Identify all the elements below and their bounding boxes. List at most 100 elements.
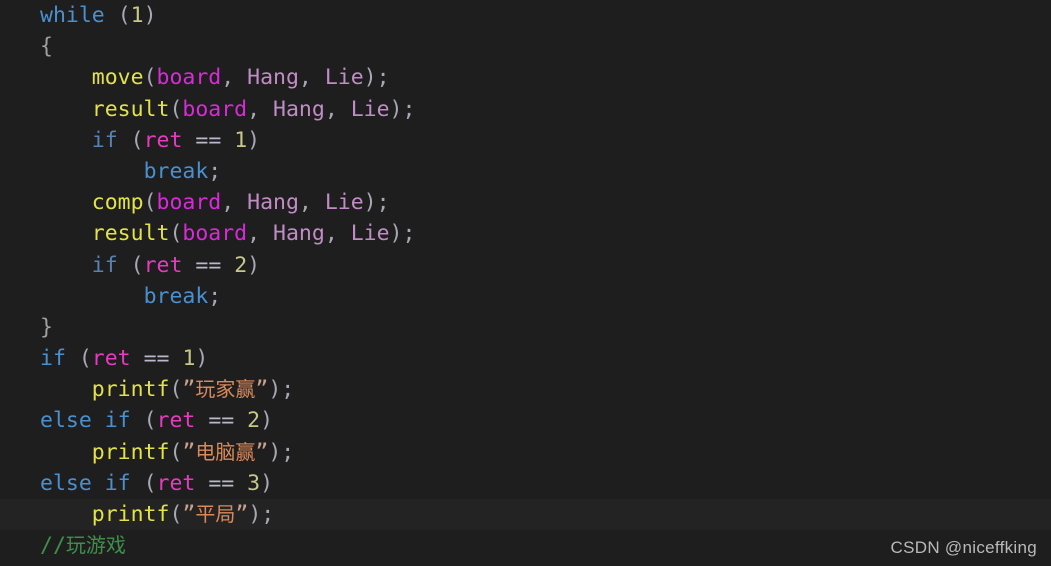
code-token-number: 3 [247,470,261,496]
code-token-operator: == [143,346,170,372]
code-token-number: 2 [247,408,261,434]
code-token-identifier: ret [91,346,131,372]
code-token-variable: board [182,221,248,247]
code-token-punct: ) [260,408,274,434]
code-line[interactable]: move(board, Hang, Lie); [0,62,1051,93]
code-token-quote: ” [255,439,269,465]
code-token-number: 1 [234,127,248,153]
code-token-function: printf [91,439,170,465]
code-line[interactable]: else if (ret == 3) [0,468,1051,499]
code-token-keyword-dim: if [91,127,118,153]
code-token-punct: ) [389,96,403,122]
code-token-punct: , [324,96,351,122]
code-editor-surface[interactable]: while (1){ move(board, Hang, Lie); resul… [0,0,1051,566]
code-token-punct: ; [376,65,390,91]
csdn-watermark: CSDN @niceffking [890,538,1037,557]
code-line[interactable]: { [0,31,1051,62]
code-token-function: result [91,221,170,247]
code-token-punct: ; [208,158,222,184]
code-token-quote: ” [255,377,269,403]
code-token-punct: ( [143,190,157,216]
code-token-punct: ) [389,221,403,247]
code-token-punct: ; [402,96,416,122]
code-token-punct: ) [260,470,274,496]
code-line[interactable]: break; [0,281,1051,312]
code-token-punct: , [221,65,248,91]
code-token-punct: ( [130,252,144,278]
code-token-function: printf [91,377,170,403]
code-line[interactable]: if (ret == 1) [0,125,1051,156]
code-token-punct: ( [169,502,183,527]
code-token-keyword: break [143,283,209,309]
code-token-quote: ” [235,502,249,527]
code-token-punct: ; [261,502,275,527]
code-token-punct: ( [143,408,157,434]
code-token-punct: ; [208,283,222,309]
code-token-keyword: if [104,408,131,434]
code-token-function: result [91,96,170,122]
code-token-string-cjk: 玩家赢 [195,377,256,402]
code-token-punct: ) [268,439,282,465]
code-token-punct: , [247,221,274,247]
code-token-number: 1 [130,3,144,28]
code-token-number: 1 [182,346,196,372]
code-line[interactable]: if (ret == 1) [0,343,1051,374]
code-token-quote: ” [182,439,196,465]
code-token-string-cjk: 平局 [195,502,236,526]
code-line[interactable]: } [0,312,1051,343]
code-token-keyword: else [40,470,92,496]
code-token-comment-cjk: 玩游戏 [65,533,126,558]
code-token-function: move [91,65,144,91]
code-line[interactable]: comp(board, Hang, Lie); [0,187,1051,218]
code-token-punct: ) [268,377,282,403]
code-token-punct: ( [169,439,183,465]
code-token-punct: ) [247,252,261,278]
code-line[interactable]: printf(”电脑赢”); [0,437,1051,468]
code-token-punct: ( [143,65,157,91]
code-token-param: Hang [273,221,325,247]
code-token-string-cjk: 电脑赢 [195,439,256,464]
code-line[interactable]: else if (ret == 2) [0,405,1051,436]
code-token-quote: ” [182,377,196,403]
code-line[interactable]: result(board, Hang, Lie); [0,94,1051,125]
code-token-punct: ) [363,190,377,216]
code-token-param: Hang [247,190,299,216]
code-line[interactable]: printf(”玩家赢”); [0,374,1051,405]
code-token-identifier: ret [143,252,183,278]
code-line[interactable]: if (ret == 2) [0,250,1051,281]
code-token-punct: ; [281,439,295,465]
code-token-identifier: ret [156,408,196,434]
code-token-keyword: else [40,408,92,434]
code-line[interactable]: printf(”平局”); [0,499,1051,531]
code-token-brace: } [40,314,53,340]
code-token-variable: board [156,190,222,216]
code-token-punct: ( [143,470,157,496]
code-token-identifier: ret [156,470,196,496]
code-token-punct: ) [248,502,262,527]
code-token-punct: ( [130,127,144,153]
code-token-variable: board [182,96,248,122]
code-token-punct: , [298,65,325,91]
code-token-keyword: break [143,158,209,184]
code-line[interactable]: result(board, Hang, Lie); [0,218,1051,249]
code-token-punct: ) [363,65,377,91]
code-line[interactable]: while (1) [0,0,1051,31]
code-line[interactable]: break; [0,156,1051,187]
code-token-punct: , [324,221,351,247]
